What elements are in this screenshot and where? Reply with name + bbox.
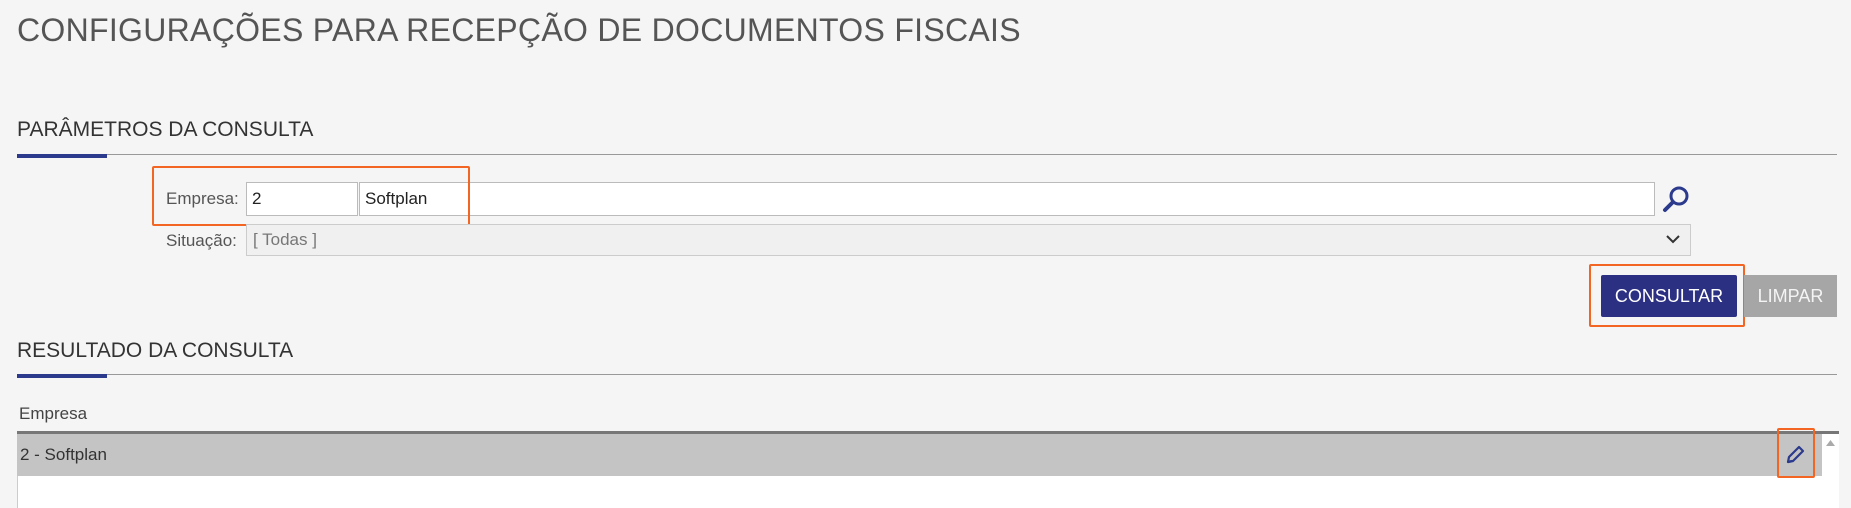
empresa-label: Empresa:	[166, 189, 239, 208]
limpar-button[interactable]: LIMPAR	[1744, 275, 1837, 317]
column-header-empresa[interactable]: Empresa	[19, 404, 87, 424]
situacao-value: [ Todas ]	[253, 230, 317, 249]
pencil-icon	[1786, 445, 1805, 464]
params-section-title: PARÂMETROS DA CONSULTA	[17, 118, 314, 141]
empresa-search-button[interactable]	[1660, 182, 1694, 216]
scroll-up-icon	[1826, 440, 1835, 446]
params-section-accent	[17, 154, 107, 158]
scroll-up-arrow[interactable]	[1822, 436, 1839, 450]
results-section-title: RESULTADO DA CONSULTA	[17, 339, 294, 362]
situacao-label: Situação:	[166, 231, 237, 250]
row-empresa-cell: 2 - Softplan	[20, 445, 107, 464]
results-section-rule	[17, 374, 1837, 375]
table-row[interactable]: 2 - Softplan	[17, 434, 1822, 476]
page-title: CONFIGURAÇÕES PARA RECEPÇÃO DE DOCUMENTO…	[17, 12, 1021, 48]
empresa-code-input[interactable]	[246, 182, 358, 216]
edit-button[interactable]	[1782, 442, 1808, 468]
consultar-button[interactable]: CONSULTAR	[1601, 275, 1737, 317]
chevron-down-icon	[1666, 235, 1680, 244]
empresa-name-input[interactable]	[359, 182, 1655, 216]
results-section-accent	[17, 374, 107, 378]
params-section-rule	[17, 154, 1837, 155]
situacao-select[interactable]: [ Todas ]	[246, 224, 1691, 256]
magnifier-icon	[1663, 186, 1689, 212]
